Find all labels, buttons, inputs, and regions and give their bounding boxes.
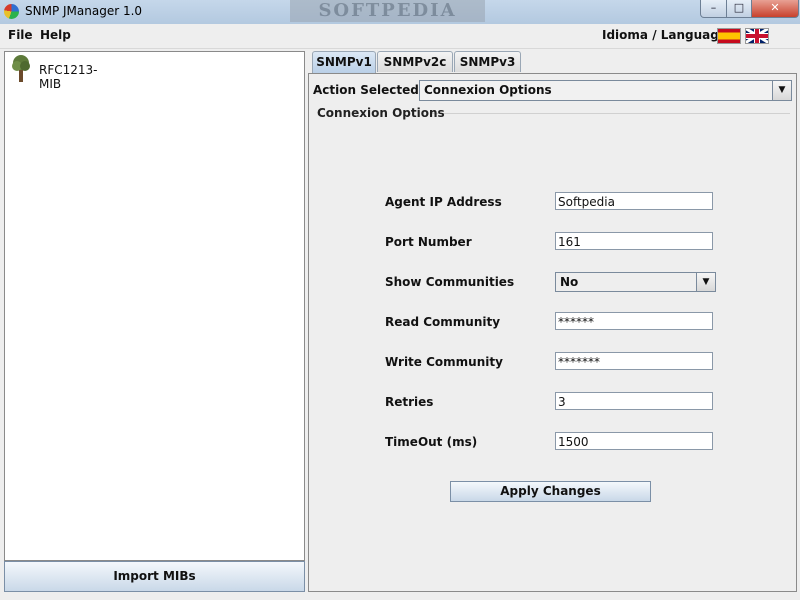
show-communities-value: No [560,275,579,289]
retries-label: Retries [385,395,434,409]
window-title: SNMP JManager 1.0 [25,4,143,18]
action-selected-label: Action Selected [313,83,419,97]
port-field[interactable]: 161 [555,232,713,250]
retries-field[interactable]: 3 [555,392,713,410]
tab-panel [308,73,797,592]
language-label: Idioma / Language [602,28,727,42]
show-communities-label: Show Communities [385,275,515,289]
tab-snmpv1[interactable]: SNMPv1 [312,51,376,73]
app-icon [4,4,19,19]
write-community-field[interactable]: ******* [555,352,713,370]
tab-snmpv3[interactable]: SNMPv3 [454,51,521,72]
tree-icon [12,55,30,82]
tab-snmpv2c[interactable]: SNMPv2c [377,51,453,72]
action-select-value: Connexion Options [424,83,552,97]
port-label: Port Number [385,235,472,249]
write-community-label: Write Community [385,355,503,369]
menu-help[interactable]: Help [40,28,71,42]
chevron-down-icon[interactable]: ▼ [696,273,715,291]
minimize-button[interactable]: – [700,0,727,18]
spanish-flag-icon[interactable] [717,28,741,44]
group-title: Connexion Options [317,106,445,120]
action-select[interactable]: Connexion Options ▼ [419,80,792,101]
uk-flag-icon[interactable] [745,28,769,44]
title-bar: SNMP JManager 1.0 SOFTPEDIA – □ ✕ [0,0,800,25]
tree-item-label: RFC1213-MIB [39,63,98,91]
maximize-button[interactable]: □ [726,0,752,18]
timeout-field[interactable]: 1500 [555,432,713,450]
agent-ip-label: Agent IP Address [385,195,502,209]
apply-changes-button[interactable]: Apply Changes [450,481,651,502]
menu-bar: File Help Idioma / Language [0,24,800,49]
mib-tree-panel[interactable]: RFC1213-MIB [4,51,305,561]
read-community-field[interactable]: ****** [555,312,713,330]
read-community-label: Read Community [385,315,501,329]
import-mibs-button[interactable]: Import MIBs [4,561,305,592]
agent-ip-field[interactable]: Softpedia [555,192,713,210]
group-divider [430,113,790,114]
watermark-logo: SOFTPEDIA [290,0,485,22]
show-communities-select[interactable]: No ▼ [555,272,716,292]
chevron-down-icon[interactable]: ▼ [772,81,791,100]
close-button[interactable]: ✕ [751,0,799,18]
menu-file[interactable]: File [8,28,33,42]
timeout-label: TimeOut (ms) [385,435,478,449]
